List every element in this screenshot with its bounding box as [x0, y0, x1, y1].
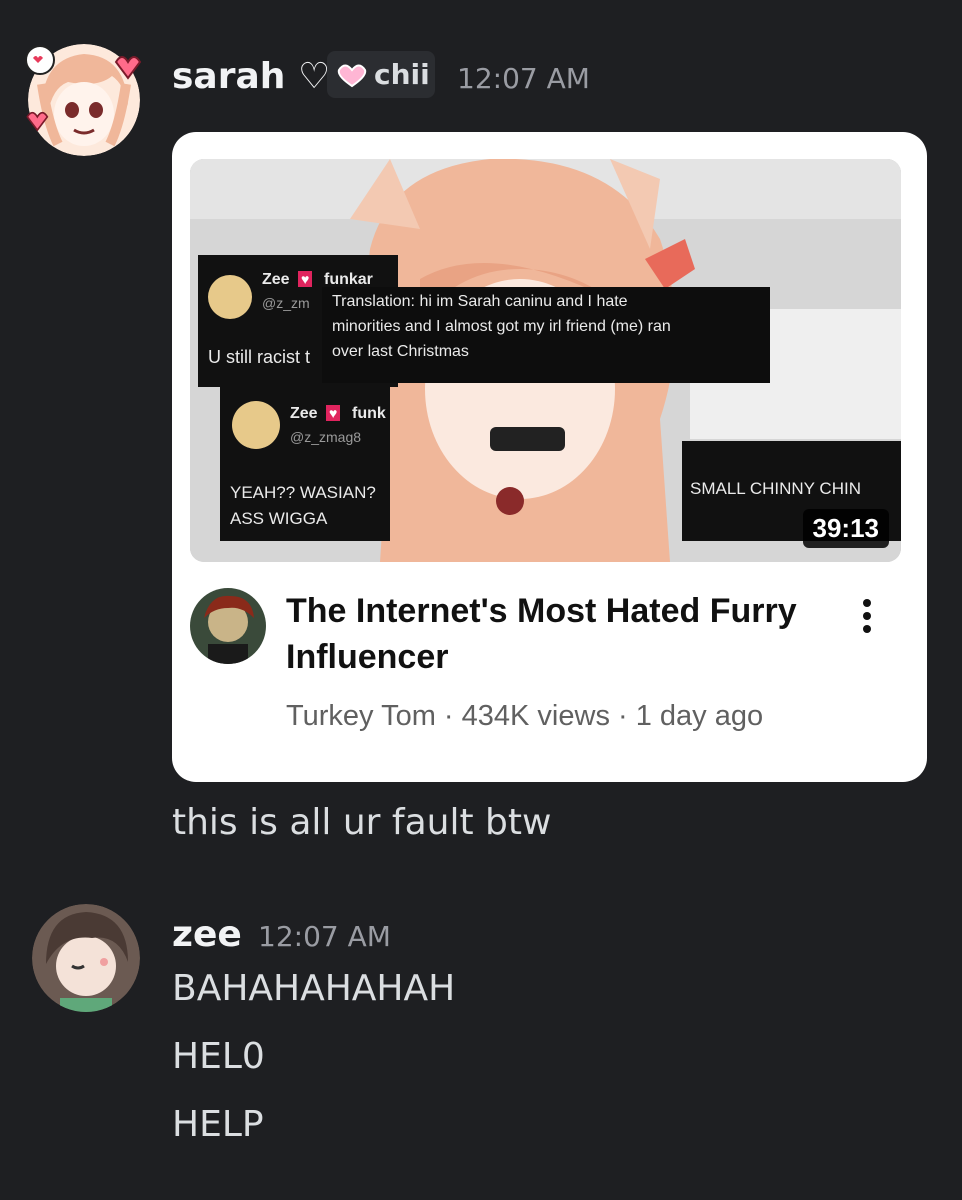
- tweet-card-2: Zee ♥ funk @z_zmag8 YEAH?? WASIAN? ASS W…: [220, 385, 390, 541]
- tweet-name: Zee: [262, 271, 290, 288]
- caption-line: over last Christmas: [332, 343, 469, 360]
- message-text: HELP: [172, 1104, 264, 1145]
- heart-outline-icon: ♡: [297, 56, 331, 97]
- translation-caption: Translation: hi im Sarah caninu and I ha…: [322, 287, 770, 383]
- tweet-handle: @z_zm: [262, 295, 310, 311]
- tweet-body: ASS WIGGA: [230, 509, 328, 528]
- timestamp: 12:07 AM: [457, 62, 590, 95]
- caption-line: minorities and I almost got my irl frien…: [332, 318, 671, 335]
- message-text: this is all ur fault btw: [172, 802, 552, 843]
- tweet-name: Zee: [290, 405, 318, 422]
- channel-avatar[interactable]: [190, 588, 266, 664]
- heart-decoration-icon: [114, 56, 142, 80]
- username-sarah[interactable]: sarah ♡: [172, 56, 330, 97]
- tweet-body: U still racist t: [208, 347, 311, 367]
- username-zee[interactable]: zee: [172, 914, 242, 955]
- caption-line: Translation: hi im Sarah caninu and I ha…: [332, 293, 628, 310]
- channel-avatar-image: [190, 588, 266, 664]
- message-text: HEL0: [172, 1036, 265, 1077]
- username-text: sarah: [172, 56, 286, 97]
- tweet-name-tail: funk: [352, 405, 386, 422]
- tweet-handle: @z_zmag8: [290, 429, 362, 445]
- message-text: BAHAHAHAHAH: [172, 968, 456, 1009]
- video-title[interactable]: The Internet's Most Hated Furry Influenc…: [286, 588, 806, 680]
- tweet-body: SMALL CHINNY CHIN: [690, 479, 861, 498]
- avatar-zee[interactable]: [32, 904, 140, 1012]
- timestamp: 12:07 AM: [258, 920, 391, 953]
- heart-decoration-icon: [26, 111, 49, 132]
- kebab-menu-icon[interactable]: [852, 598, 882, 634]
- role-tag[interactable]: chii: [327, 51, 435, 98]
- role-tag-label: chii: [374, 58, 430, 91]
- tweet-body: YEAH?? WASIAN?: [230, 483, 376, 502]
- tweet-avatar: [232, 401, 280, 449]
- heart-badge-icon: ♥: [298, 271, 313, 287]
- video-duration-badge: 39:13: [802, 509, 889, 548]
- heart-eyes-bubble-icon: [25, 45, 55, 75]
- video-embed-card[interactable]: Zee ♥ funkar @z_zm U still racist t Tran…: [172, 132, 927, 782]
- video-meta: Turkey Tom · 434K views · 1 day ago: [286, 700, 764, 732]
- zee-avatar-image: [32, 904, 140, 1012]
- tweet-avatar: [208, 275, 252, 319]
- video-thumbnail[interactable]: Zee ♥ funkar @z_zm U still racist t Tran…: [190, 159, 901, 562]
- heart-badge-icon: ♥: [326, 405, 341, 421]
- pink-heart-icon: [337, 64, 367, 87]
